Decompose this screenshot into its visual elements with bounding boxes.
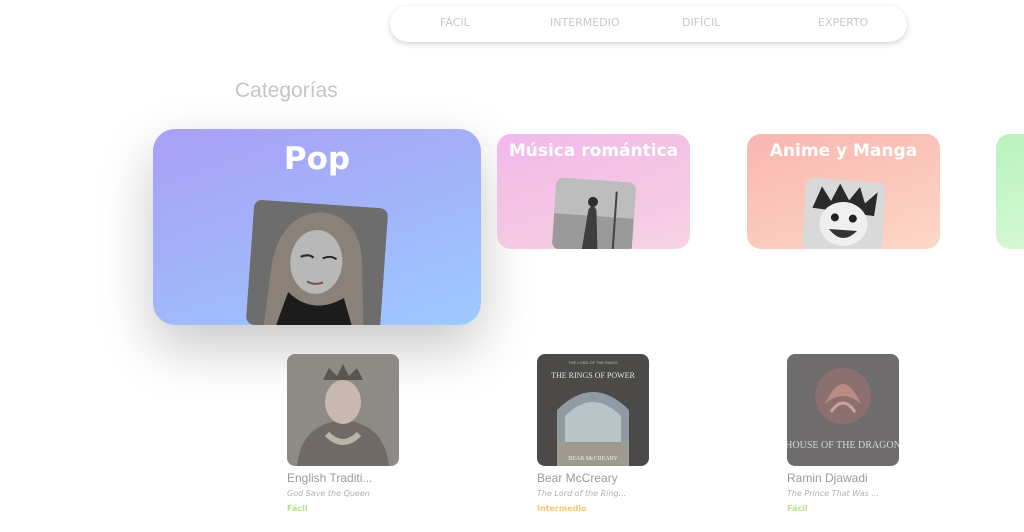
song-level: Fácil bbox=[287, 504, 308, 513]
song-item[interactable]: English Traditi... God Save the Queen Fá… bbox=[287, 354, 407, 513]
category-card-pop[interactable]: Pop bbox=[153, 129, 481, 325]
category-card-anime-manga[interactable]: Anime y Manga bbox=[747, 134, 940, 249]
rings-of-power-cover: THE LORD OF THE RINGS THE RINGS OF POWER… bbox=[537, 354, 649, 466]
queen-portrait-cover bbox=[287, 354, 399, 466]
category-title: Anime y Manga bbox=[769, 141, 918, 161]
song-title: The Lord of the Ring... bbox=[537, 489, 627, 498]
song-artist: English Traditi... bbox=[287, 471, 373, 485]
difficulty-tab-bar: FÁCIL INTERMEDIO DIFÍCIL EXPERTO bbox=[390, 6, 907, 42]
category-card-musica-romantica[interactable]: Música romántica bbox=[497, 134, 690, 249]
song-level: Intermedio bbox=[537, 504, 587, 513]
song-item[interactable]: HOUSE OF THE DRAGON Ramin Djawadi The Pr… bbox=[787, 354, 907, 513]
tab-intermedio[interactable]: INTERMEDIO bbox=[550, 16, 620, 29]
cover-top-text: THE LORD OF THE RINGS bbox=[568, 360, 618, 365]
anime-character-icon bbox=[801, 177, 887, 249]
tab-experto[interactable]: EXPERTO bbox=[818, 16, 868, 29]
song-title: The Prince That Was ... bbox=[787, 489, 879, 498]
song-title: God Save the Queen bbox=[287, 489, 370, 498]
tab-dificil[interactable]: DIFÍCIL bbox=[682, 16, 720, 29]
category-title: Música romántica bbox=[508, 141, 679, 161]
couple-photo-icon bbox=[551, 177, 637, 249]
song-artist: Ramin Djawadi bbox=[787, 471, 868, 485]
house-of-the-dragon-cover: HOUSE OF THE DRAGON bbox=[787, 354, 899, 466]
category-card-next[interactable] bbox=[996, 134, 1024, 249]
song-level: Fácil bbox=[787, 504, 808, 513]
portrait-photo bbox=[245, 199, 389, 325]
categories-heading: Categorías bbox=[235, 79, 338, 102]
song-item[interactable]: THE LORD OF THE RINGS THE RINGS OF POWER… bbox=[537, 354, 657, 513]
song-artist: Bear McCreary bbox=[537, 471, 618, 485]
category-title: Pop bbox=[283, 141, 351, 177]
cover-main-text: HOUSE OF THE DRAGON bbox=[787, 440, 899, 451]
tab-facil[interactable]: FÁCIL bbox=[440, 16, 470, 29]
cover-sub-text: BEAR McCREARY bbox=[568, 456, 618, 462]
cover-main-text: THE RINGS OF POWER bbox=[551, 371, 635, 380]
